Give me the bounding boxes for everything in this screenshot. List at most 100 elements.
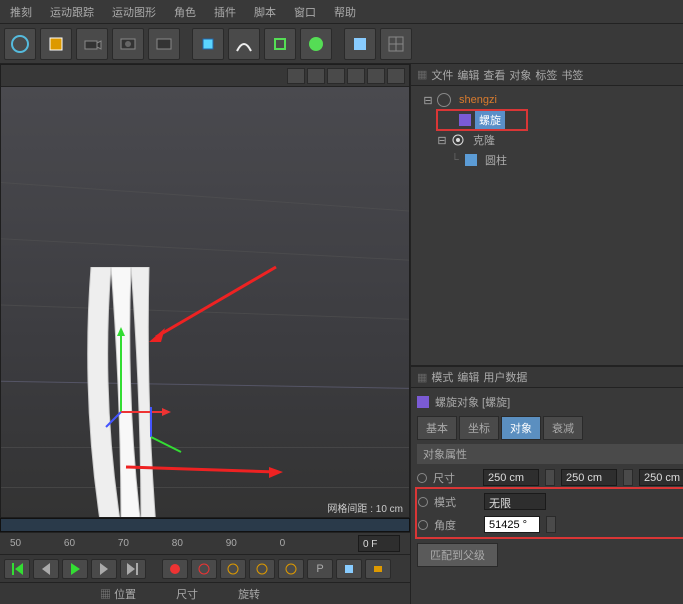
viewport-btn[interactable] [287, 68, 305, 84]
om-menu-item[interactable]: 编辑 [457, 67, 479, 83]
key-rot-icon[interactable] [278, 559, 304, 579]
render-settings-icon[interactable] [148, 28, 180, 60]
generator-icon[interactable] [264, 28, 296, 60]
anim-radio[interactable] [417, 473, 427, 483]
tree-row-cloner[interactable]: ⊟ 克隆 ✓ [415, 130, 683, 150]
om-menu-item[interactable]: 查看 [483, 67, 505, 83]
menu-item[interactable]: 运动图形 [104, 0, 164, 24]
menu-item[interactable]: 推刻 [2, 0, 40, 24]
camera-tool-icon[interactable] [76, 28, 108, 60]
ruler-tick: 60 [64, 538, 75, 549]
key-param-icon[interactable]: P [307, 559, 333, 579]
mode-dropdown[interactable]: 无限 [484, 493, 546, 510]
spline-tool-icon[interactable] [228, 28, 260, 60]
coord-tab-size[interactable]: 尺寸 [176, 586, 198, 602]
mode-label: 模式 [434, 494, 478, 510]
size-z-field[interactable]: 250 cm [639, 469, 683, 486]
key-pos-icon[interactable] [220, 559, 246, 579]
om-menu-item[interactable]: 文件 [431, 67, 453, 83]
highlighted-params: 模式 无限 角度 51425 ° [417, 489, 683, 537]
main-toolbar [0, 24, 683, 64]
attr-tab-basic[interactable]: 基本 [417, 416, 457, 440]
menu-item[interactable]: 运动跟踪 [42, 0, 102, 24]
cloner-icon [451, 133, 465, 147]
spinner-icon[interactable] [546, 516, 556, 533]
tree-row-twist[interactable]: 螺旋 [437, 110, 527, 130]
object-name[interactable]: 克隆 [469, 131, 499, 149]
object-manager-tree[interactable]: ⊟ shengzi ✓ 螺旋 ✓ ⊟ 克隆 ✓ └ 圆柱 [411, 86, 683, 366]
attr-menu-item[interactable]: 编辑 [457, 369, 479, 385]
viewport-btn[interactable] [387, 68, 405, 84]
attr-menu-item[interactable]: 模式 [431, 369, 453, 385]
menu-item[interactable]: 帮助 [326, 0, 364, 24]
viewport-canvas[interactable]: 网格间距 : 10 cm [1, 87, 409, 517]
viewport-btn[interactable] [347, 68, 365, 84]
tree-row-cylinder[interactable]: └ 圆柱 [415, 150, 683, 170]
grid-icon[interactable] [380, 28, 412, 60]
menu-item[interactable]: 角色 [166, 0, 204, 24]
expand-icon[interactable]: ⊟ [437, 134, 447, 147]
attr-tab-object[interactable]: 对象 [501, 416, 541, 440]
anim-radio[interactable] [418, 497, 428, 507]
coord-tabbar: ▦ 位置 尺寸 旋转 [0, 582, 410, 604]
record-icon[interactable] [162, 559, 188, 579]
object-manager-menu: ▦ 文件 编辑 查看 对象 标签 书签 [411, 64, 683, 86]
goto-start-icon[interactable] [4, 559, 30, 579]
attr-section-header: 对象属性 [417, 444, 683, 464]
autokey-icon[interactable] [191, 559, 217, 579]
om-menu-item[interactable]: 标签 [535, 67, 557, 83]
primitive-cube-icon[interactable] [192, 28, 224, 60]
size-x-field[interactable]: 250 cm [483, 469, 539, 486]
attr-object-title: 螺旋对象 [螺旋] [417, 392, 683, 412]
next-key-icon[interactable] [91, 559, 117, 579]
viewport[interactable]: 网格间距 : 10 cm [0, 64, 410, 518]
key-scale-icon[interactable] [249, 559, 275, 579]
tree-row-null[interactable]: ⊟ shengzi ✓ [415, 90, 683, 110]
expand-icon[interactable]: ⊟ [423, 94, 433, 107]
fit-to-parent-button[interactable]: 匹配到父级 [417, 543, 498, 567]
main-menubar: 推刻 运动跟踪 运动图形 角色 插件 脚本 窗口 帮助 [0, 0, 683, 24]
ruler-tick: 50 [10, 538, 21, 549]
om-menu-item[interactable]: 对象 [509, 67, 531, 83]
key-pla-icon[interactable] [336, 559, 362, 579]
attribute-panel: 螺旋对象 [螺旋] 基本 坐标 对象 衰减 对象属性 尺寸 250 cm 250… [411, 388, 683, 604]
spinner-icon[interactable] [623, 469, 633, 486]
menu-item[interactable]: 插件 [206, 0, 244, 24]
prev-key-icon[interactable] [33, 559, 59, 579]
attr-menu-item[interactable]: 用户数据 [483, 369, 527, 385]
key-opt-icon[interactable] [365, 559, 391, 579]
deformer-icon [459, 114, 471, 126]
coord-tab-position[interactable]: ▦ 位置 [100, 586, 136, 602]
object-name[interactable]: 螺旋 [475, 111, 505, 129]
viewport-btn[interactable] [327, 68, 345, 84]
attr-row-size: 尺寸 250 cm 250 cm 250 cm [417, 466, 683, 489]
cube-tool-icon[interactable] [40, 28, 72, 60]
timeline-ruler[interactable]: 50 60 70 80 90 0 0 F [0, 532, 410, 554]
timeline-track[interactable] [0, 518, 410, 532]
live-selection-icon[interactable] [4, 28, 36, 60]
ruler-tick: 90 [226, 538, 237, 549]
om-menu-item[interactable]: 书签 [561, 67, 583, 83]
coord-tab-rotation[interactable]: 旋转 [238, 586, 260, 602]
spinner-icon[interactable] [545, 469, 555, 486]
deformer-icon[interactable] [300, 28, 332, 60]
render-icon[interactable] [112, 28, 144, 60]
attr-tab-falloff[interactable]: 衰减 [543, 416, 583, 440]
size-y-field[interactable]: 250 cm [561, 469, 617, 486]
object-name[interactable]: 圆柱 [481, 151, 511, 169]
play-icon[interactable] [62, 559, 88, 579]
attr-tab-coord[interactable]: 坐标 [459, 416, 499, 440]
viewport-btn[interactable] [367, 68, 385, 84]
menu-item[interactable]: 脚本 [246, 0, 284, 24]
angle-field[interactable]: 51425 ° [484, 516, 540, 533]
floor-icon[interactable] [344, 28, 376, 60]
menu-item[interactable]: 窗口 [286, 0, 324, 24]
ruler-tick: 70 [118, 538, 129, 549]
goto-end-icon[interactable] [120, 559, 146, 579]
null-icon [437, 93, 451, 107]
viewport-btn[interactable] [307, 68, 325, 84]
anim-radio[interactable] [418, 520, 428, 530]
object-name[interactable]: shengzi [455, 93, 501, 107]
current-frame-field[interactable]: 0 F [358, 535, 400, 552]
ruler-tick: 80 [172, 538, 183, 549]
